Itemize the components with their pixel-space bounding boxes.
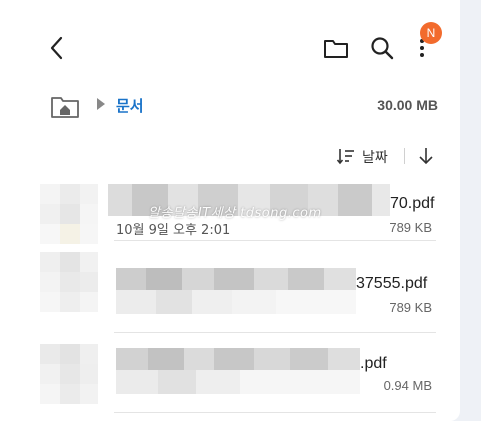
file-thumbnail-pixelated bbox=[40, 184, 98, 244]
search-icon[interactable] bbox=[368, 34, 396, 62]
list-divider bbox=[114, 412, 436, 413]
file-manager-screen: N 문서 30.00 MB 날짜 70.pdf 10월 9일 오후 2:01 7… bbox=[0, 0, 460, 421]
app-bar: N bbox=[0, 0, 460, 90]
list-item[interactable]: 37555.pdf 789 KB bbox=[0, 250, 460, 326]
folder-icon[interactable] bbox=[322, 34, 350, 62]
sort-bar: 날짜 bbox=[0, 142, 460, 172]
file-size: 0.94 MB bbox=[383, 378, 432, 393]
list-divider bbox=[114, 240, 436, 241]
chevron-right-icon bbox=[97, 98, 105, 110]
file-thumbnail-pixelated bbox=[40, 344, 98, 404]
sort-icon[interactable] bbox=[336, 146, 356, 166]
file-size: 789 KB bbox=[389, 300, 432, 315]
sort-divider bbox=[404, 148, 405, 164]
file-size: 789 KB bbox=[389, 220, 432, 235]
file-name: 70.pdf bbox=[390, 195, 435, 212]
folder-storage-size: 30.00 MB bbox=[377, 97, 438, 113]
list-divider bbox=[114, 332, 436, 333]
sort-by-label[interactable]: 날짜 bbox=[362, 147, 388, 167]
list-item[interactable]: .pdf 0.94 MB bbox=[0, 340, 460, 416]
device-frame: N 문서 30.00 MB 날짜 70.pdf 10월 9일 오후 2:01 7… bbox=[0, 0, 481, 421]
file-name-pixelated bbox=[116, 348, 360, 394]
file-name: 37555.pdf bbox=[356, 275, 428, 292]
file-name-pixelated bbox=[116, 268, 356, 314]
file-name: .pdf bbox=[360, 355, 387, 372]
breadcrumb: 문서 30.00 MB bbox=[0, 88, 460, 128]
watermark-text: 알송달송IT세상 tdsong.com bbox=[148, 206, 322, 221]
file-date: 10월 9일 오후 2:01 bbox=[116, 223, 231, 238]
notification-badge: N bbox=[420, 22, 442, 44]
breadcrumb-current-folder[interactable]: 문서 bbox=[116, 95, 144, 116]
home-folder-icon[interactable] bbox=[50, 92, 80, 120]
chevron-left-icon[interactable] bbox=[44, 34, 72, 62]
file-thumbnail-pixelated bbox=[40, 252, 98, 312]
arrow-down-icon[interactable] bbox=[417, 146, 435, 166]
